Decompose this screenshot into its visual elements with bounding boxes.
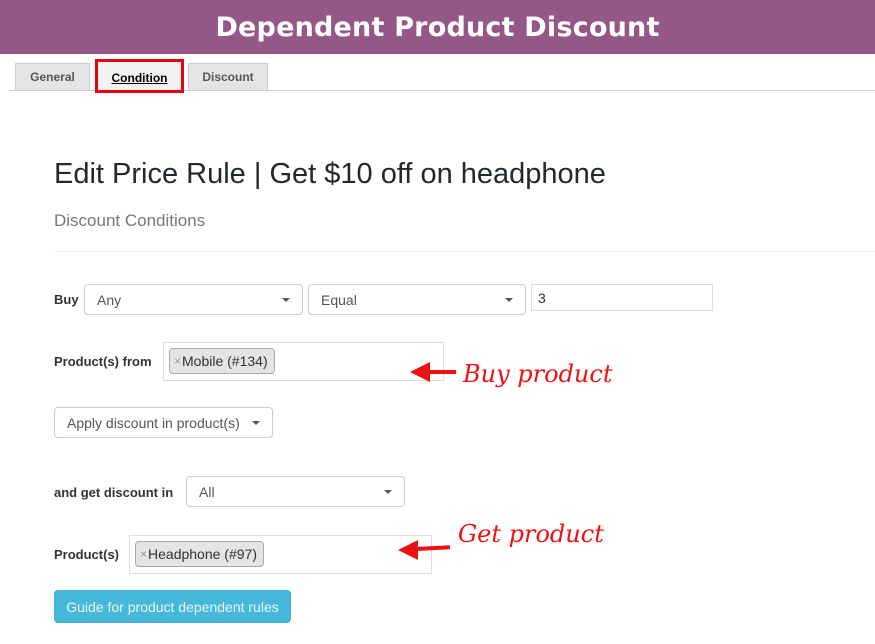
get-discount-in-select[interactable]: All [186, 476, 405, 507]
product-chip-text: Headphone (#97) [148, 546, 257, 562]
get-discount-in-label: and get discount in [54, 485, 174, 500]
apply-mode-value: Apply discount in product(s) [67, 414, 240, 431]
arrow-left-icon [398, 540, 450, 560]
banner-title: Dependent Product Discount [215, 11, 660, 43]
tab-bar: General Condition Discount [9, 60, 875, 91]
products-from-input[interactable]: × Mobile (#134) [163, 342, 444, 381]
section-divider [54, 251, 875, 252]
page-title: Edit Price Rule | Get $10 off on headpho… [54, 158, 606, 190]
chevron-down-icon [384, 490, 392, 494]
tab-discount[interactable]: Discount [188, 63, 268, 90]
buy-comparison-select[interactable]: Equal [308, 284, 526, 315]
buy-comparison-value: Equal [321, 291, 357, 308]
buy-quantity-type-select[interactable]: Any [84, 284, 303, 315]
banner: Dependent Product Discount [0, 0, 875, 54]
chevron-down-icon [252, 421, 260, 425]
chevron-down-icon [282, 298, 290, 302]
section-title: Discount Conditions [54, 211, 206, 230]
guide-button[interactable]: Guide for product dependent rules [54, 590, 291, 623]
apply-mode-select[interactable]: Apply discount in product(s) [54, 407, 273, 438]
products-label: Product(s) [54, 547, 119, 562]
get-discount-in-value: All [199, 483, 215, 500]
buy-quantity-type-value: Any [97, 291, 122, 308]
product-chip-text: Mobile (#134) [182, 353, 268, 369]
arrow-left-icon [410, 362, 456, 382]
tab-general-label: General [30, 70, 75, 84]
products-input[interactable]: × Headphone (#97) [129, 535, 432, 574]
buy-product-annotation: Buy product [463, 360, 613, 388]
tab-general[interactable]: General [15, 63, 90, 90]
tab-discount-label: Discount [202, 70, 254, 84]
buy-quantity-input[interactable] [531, 284, 713, 311]
chevron-down-icon [505, 298, 513, 302]
product-chip: × Headphone (#97) [135, 541, 264, 567]
product-chip: × Mobile (#134) [169, 348, 275, 374]
products-from-label: Product(s) from [54, 354, 152, 369]
buy-label: Buy [54, 292, 79, 307]
remove-chip-icon[interactable]: × [174, 354, 181, 368]
remove-chip-icon[interactable]: × [140, 547, 147, 561]
tab-condition[interactable]: Condition [97, 63, 182, 91]
get-product-annotation: Get product [458, 520, 604, 548]
tab-condition-label: Condition [111, 70, 168, 85]
